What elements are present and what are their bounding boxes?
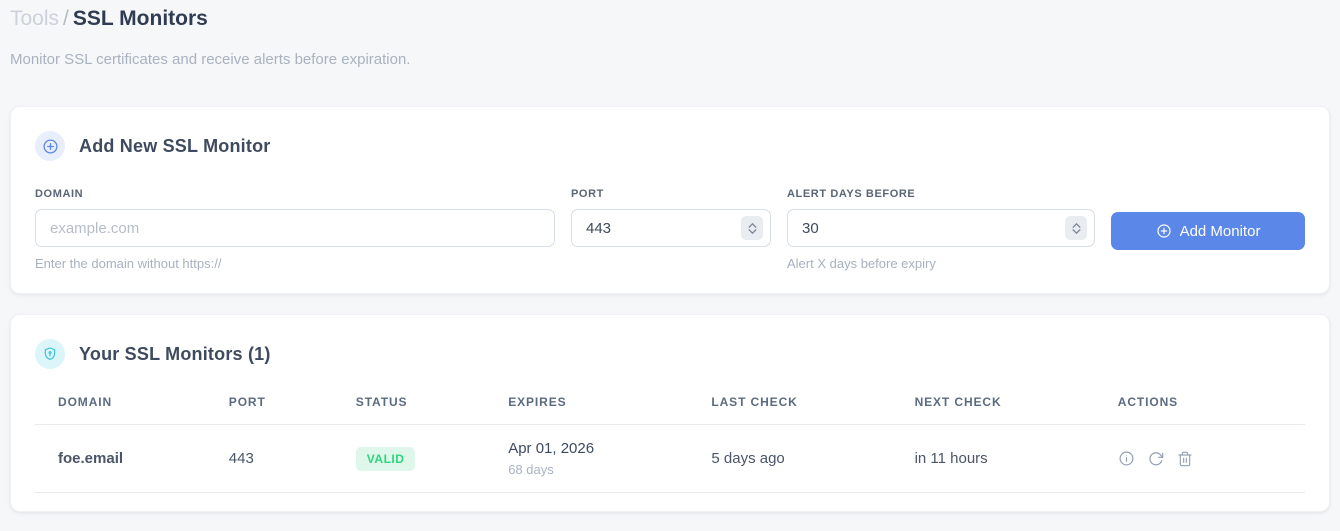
submit-column: Add Monitor [1111, 188, 1305, 271]
chevron-down-icon [748, 228, 756, 234]
header-status: STATUS [339, 385, 493, 426]
alert-days-stepper[interactable] [1065, 216, 1087, 241]
table-row: foe.email 443 VALID Apr 01, 2026 68 days… [35, 424, 1305, 494]
domain-field-group: DOMAIN Enter the domain without https:// [35, 188, 555, 271]
breadcrumb-separator: / [63, 7, 69, 30]
chevron-down-icon [1072, 228, 1080, 234]
ssl-monitors-page: Tools / SSL Monitors Monitor SSL certifica… [0, 0, 1340, 522]
status-badge: VALID [355, 446, 416, 471]
add-monitor-form: DOMAIN Enter the domain without https://… [35, 188, 1305, 271]
alert-days-field-group: ALERT DAYS BEFORE Alert X days before ex… [787, 188, 1095, 271]
header-last-check: LAST CHECK [695, 385, 899, 426]
port-field-group: PORT [571, 188, 771, 248]
domain-helper-text: Enter the domain without https:// [35, 256, 222, 272]
monitors-table: DOMAIN PORT STATUS EXPIRES LAST CHECK NE… [35, 385, 1305, 494]
header-actions: ACTIONS [1101, 385, 1305, 426]
shield-icon [35, 339, 65, 370]
expires-date: Apr 01, 2026 [508, 440, 595, 458]
trash-icon [1178, 451, 1192, 466]
alert-days-input[interactable] [787, 209, 1095, 248]
page-subtitle: Monitor SSL certificates and receive ale… [10, 51, 411, 69]
last-check: 5 days ago [695, 424, 899, 494]
monitor-domain: foe.email [35, 424, 213, 494]
add-monitor-button-label: Add Monitor [1179, 222, 1261, 240]
add-monitor-button[interactable]: Add Monitor [1111, 212, 1305, 251]
table-header-row: DOMAIN PORT STATUS EXPIRES LAST CHECK NE… [35, 385, 1305, 426]
monitor-actions-cell [1101, 424, 1305, 494]
monitor-expires-cell: Apr 01, 2026 68 days [492, 424, 696, 494]
chevron-up-icon [748, 222, 756, 228]
page-title: SSL Monitors [72, 7, 208, 30]
breadcrumb-tools-link[interactable]: Tools [10, 7, 59, 30]
header-expires: EXPIRES [492, 385, 696, 426]
add-monitor-title: Add New SSL Monitor [79, 135, 271, 156]
expires-days-remaining: 68 days [508, 462, 554, 478]
plus-circle-icon [35, 131, 65, 162]
refresh-icon [1149, 451, 1164, 466]
add-monitor-card-header: Add New SSL Monitor [35, 131, 1305, 162]
alert-days-label: ALERT DAYS BEFORE [787, 188, 916, 201]
add-monitor-card: Add New SSL Monitor DOMAIN Enter the dom… [10, 106, 1330, 295]
info-icon [1119, 451, 1134, 466]
delete-button[interactable] [1177, 451, 1193, 467]
plus-circle-icon [1156, 224, 1171, 238]
port-label: PORT [571, 188, 604, 201]
monitors-list-card: Your SSL Monitors (1) DOMAIN PORT STATUS… [10, 314, 1330, 513]
domain-input[interactable] [35, 209, 555, 248]
next-check: in 11 hours [898, 424, 1102, 494]
header-next-check: NEXT CHECK [898, 385, 1102, 426]
info-button[interactable] [1118, 450, 1135, 467]
port-stepper[interactable] [741, 216, 763, 241]
domain-label: DOMAIN [35, 188, 84, 201]
chevron-up-icon [1072, 222, 1080, 228]
header-port: PORT [212, 385, 340, 426]
header-domain: DOMAIN [35, 385, 213, 426]
monitors-card-header: Your SSL Monitors (1) [35, 339, 1305, 370]
alert-days-helper-text: Alert X days before expiry [787, 256, 936, 272]
breadcrumb: Tools / SSL Monitors [10, 6, 1330, 31]
refresh-button[interactable] [1148, 451, 1164, 467]
monitor-status-cell: VALID [339, 424, 493, 494]
monitors-list-title: Your SSL Monitors (1) [79, 343, 271, 364]
monitor-port: 443 [212, 424, 340, 494]
